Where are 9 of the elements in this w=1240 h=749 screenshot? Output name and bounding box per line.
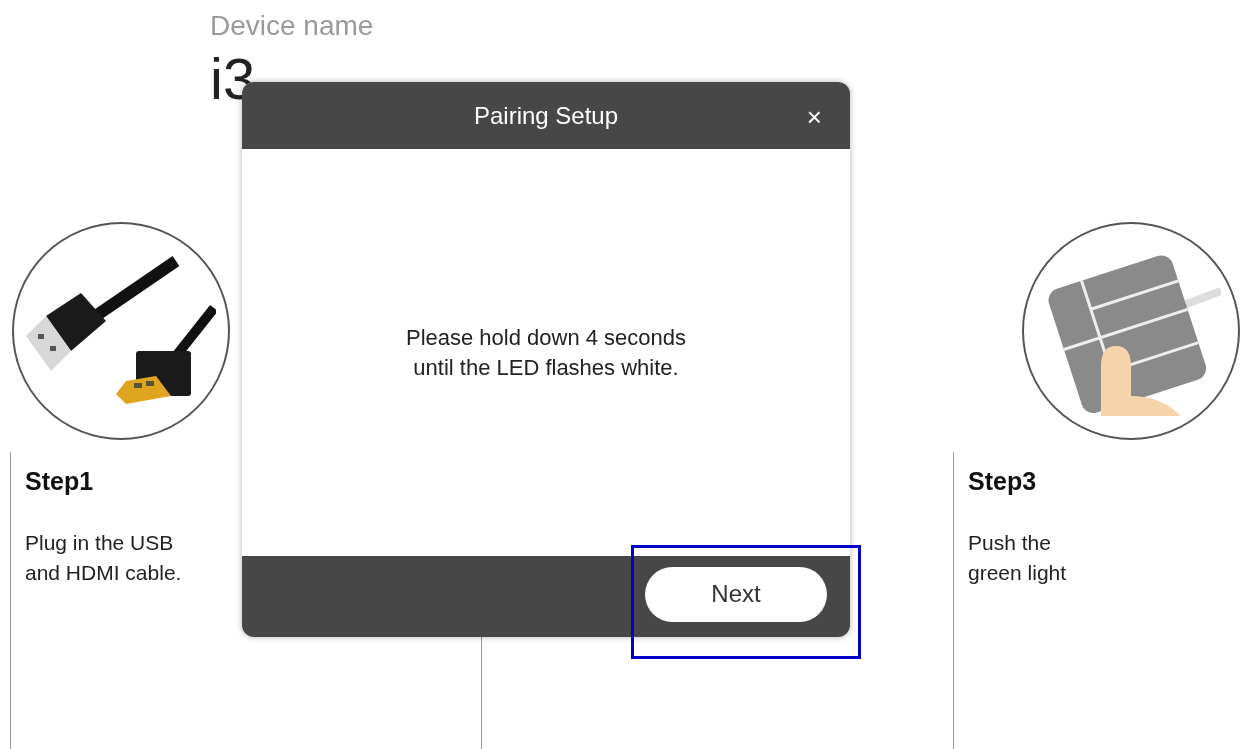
step-title: Step1: [25, 466, 95, 496]
step-title: Step3: [968, 466, 1038, 496]
step-description: Push the green light: [968, 530, 1068, 586]
dialog-title: Pairing Setup: [473, 101, 619, 130]
device-name-label: Device name: [210, 9, 375, 43]
next-button[interactable]: Next: [645, 566, 827, 622]
close-button[interactable]: ×: [806, 104, 822, 130]
dialog-message: Please hold down 4 seconds until the LED flashes white.: [405, 323, 687, 382]
step-description: Plug in the USB and HDMI cable.: [25, 530, 183, 586]
